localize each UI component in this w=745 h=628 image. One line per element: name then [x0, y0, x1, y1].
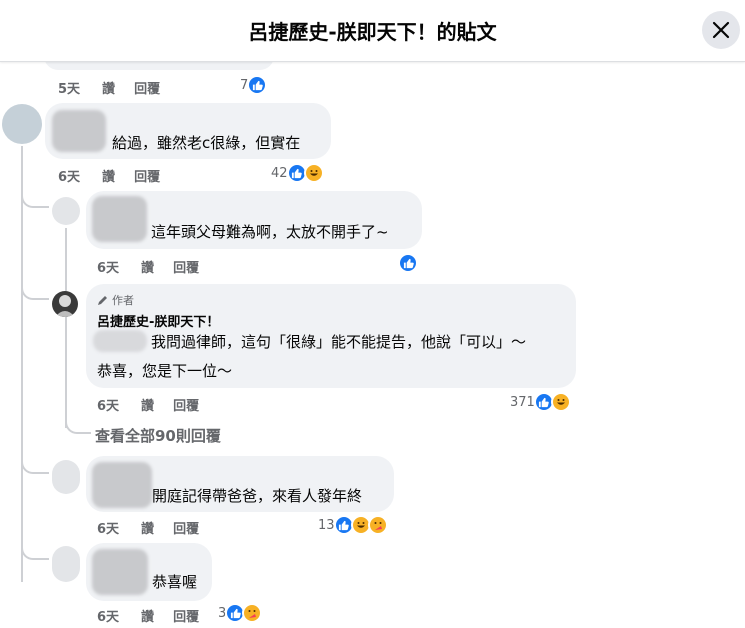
haha-reaction-icon [303, 163, 324, 183]
comment-author[interactable]: 呂捷歷史-朕即天下！ [97, 311, 219, 330]
close-button[interactable] [702, 11, 740, 49]
haha-reaction-icon [550, 392, 571, 412]
comment-time[interactable]: 6天 [97, 395, 119, 414]
reaction-summary[interactable]: 7 [240, 75, 268, 95]
thread-connector [21, 538, 49, 560]
reaction-count: 42 [271, 165, 288, 181]
like-reaction-icon [247, 75, 268, 95]
comment-time[interactable]: 6天 [97, 518, 119, 537]
comment-text: 恭喜喔 [152, 573, 198, 591]
comment-text: 給過，雖然老c很綠，但實在 [112, 134, 301, 152]
author-avatar[interactable] [52, 291, 78, 317]
comments-feed[interactable]: 5天 讚 回覆 7 給過，雖然老c很綠，但實在 6天 讚 回覆 42 這年頭父母… [0, 62, 745, 628]
redacted-name [52, 110, 106, 152]
like-button[interactable]: 讚 [141, 606, 154, 625]
comment-actions: 6天 讚 回覆 [97, 395, 218, 414]
close-icon [712, 21, 730, 39]
reply-button[interactable]: 回覆 [173, 395, 199, 414]
reply-button[interactable]: 回覆 [173, 606, 199, 625]
reaction-count: 371 [510, 394, 535, 410]
reply-button[interactable]: 回覆 [134, 78, 160, 97]
reply-button[interactable]: 回覆 [173, 257, 199, 276]
pencil-icon [98, 296, 107, 305]
reply-button[interactable]: 回覆 [173, 518, 199, 537]
comment-time[interactable]: 6天 [97, 606, 119, 625]
redacted-name [92, 462, 152, 508]
thread-connector [65, 416, 91, 434]
avatar[interactable] [52, 197, 80, 225]
like-reaction-icon [398, 253, 418, 273]
redacted-name [92, 549, 148, 595]
like-button[interactable]: 讚 [141, 395, 154, 414]
comment-actions: 6天 讚 回覆 [58, 166, 179, 185]
comment-time[interactable]: 6天 [58, 166, 80, 185]
reaction-summary[interactable]: 13 [318, 515, 388, 535]
reaction-count: 13 [318, 517, 335, 533]
like-button[interactable]: 讚 [141, 518, 154, 537]
redacted-mention [93, 330, 147, 352]
comment-actions: 6天 讚 回覆 [97, 518, 218, 537]
thread-connector [21, 272, 49, 300]
comment-bubble [44, 62, 274, 70]
comment-time[interactable]: 5天 [58, 78, 80, 97]
reaction-summary[interactable]: 371 [510, 392, 571, 412]
avatar[interactable] [2, 104, 42, 144]
comment-actions: 6天 讚 回覆 [97, 606, 218, 625]
comment-actions: 5天 讚 回覆 [58, 78, 179, 97]
thread-connector [21, 182, 49, 208]
thread-line [21, 472, 23, 582]
dialog-title: 呂捷歷史-朕即天下！的貼文 [248, 20, 497, 44]
like-button[interactable]: 讚 [102, 166, 115, 185]
reaction-summary[interactable]: 42 [271, 163, 324, 183]
redacted-name [92, 196, 147, 242]
care-reaction-icon [242, 603, 263, 623]
thread-connector [21, 454, 49, 474]
dialog-header: 呂捷歷史-朕即天下！的貼文 [0, 0, 745, 62]
comment-text: 這年頭父母難為啊，太放不開手了~ [151, 223, 389, 241]
like-button[interactable]: 讚 [102, 78, 115, 97]
thread-line [65, 228, 67, 428]
comment-text: 恭喜，您是下一位～ [97, 362, 233, 380]
avatar[interactable] [52, 546, 80, 582]
avatar[interactable] [52, 460, 80, 494]
author-badge: 作者 [97, 292, 134, 308]
comment-time[interactable]: 6天 [97, 257, 119, 276]
author-badge-label: 作者 [112, 294, 134, 307]
comment-text: 開庭記得帶爸爸，來看人發年終 [152, 487, 363, 505]
comment-actions: 6天 讚 回覆 [97, 257, 218, 276]
view-all-replies-link[interactable]: 查看全部90則回覆 [95, 425, 221, 446]
like-button[interactable]: 讚 [141, 257, 154, 276]
reaction-summary[interactable] [398, 253, 418, 273]
care-reaction-icon [367, 515, 388, 535]
comment-text: 我問過律師，這句「很綠」能不能提告，他說「可以」～ [151, 333, 527, 351]
reaction-summary[interactable]: 3 [218, 603, 263, 623]
reply-button[interactable]: 回覆 [134, 166, 160, 185]
